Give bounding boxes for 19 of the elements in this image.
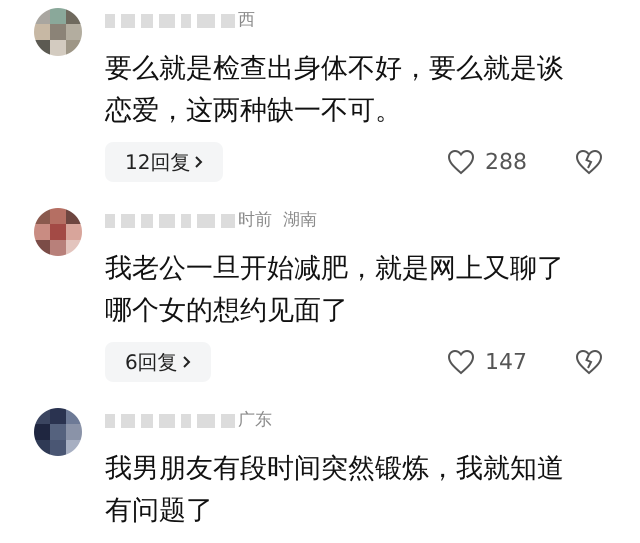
broken-heart-icon[interactable] <box>575 149 603 175</box>
broken-heart-icon[interactable] <box>575 349 603 375</box>
comment-meta: 广东 <box>238 409 272 432</box>
replies-button[interactable]: 12回复 <box>105 142 224 182</box>
comment-text: 我老公一旦开始减肥，就是网上又聊了哪个女的想约见面了 <box>105 252 565 328</box>
like-count: 288 <box>485 148 527 176</box>
comment-text: 我男朋友有段时间突然锻炼，我就知道有问题了 <box>105 452 565 528</box>
comment-meta: 西 <box>238 9 255 32</box>
like-count: 147 <box>485 348 527 376</box>
avatar <box>34 208 82 256</box>
replies-button[interactable]: 6回复 <box>105 342 211 382</box>
comment-text: 要么就是检查出身体不好，要么就是谈恋爱，这两种缺一不可。 <box>105 52 565 128</box>
heart-icon[interactable] <box>447 349 475 375</box>
chevron-icon <box>194 155 204 169</box>
chevron-icon <box>182 355 191 369</box>
avatar <box>34 8 82 56</box>
heart-icon[interactable] <box>447 149 475 175</box>
avatar <box>34 408 82 456</box>
comment-meta: 时前 湖南 <box>238 209 317 232</box>
